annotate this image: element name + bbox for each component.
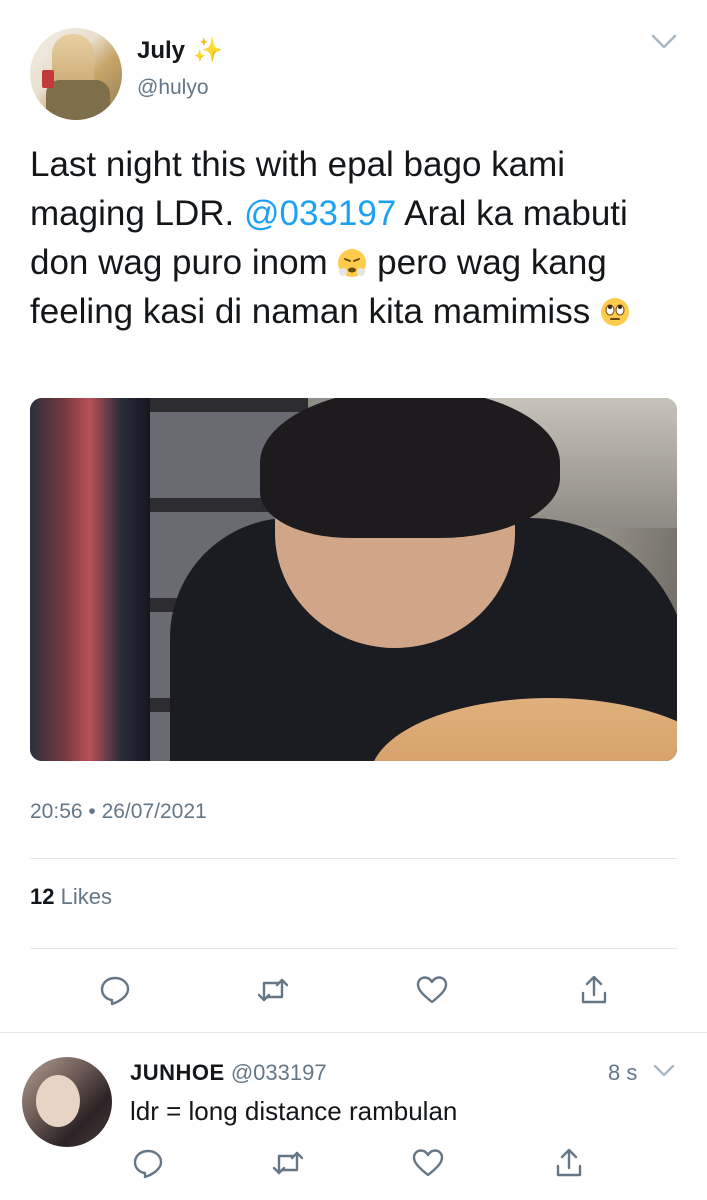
reply-like-button[interactable] bbox=[410, 1145, 446, 1181]
reply-retweet-button[interactable] bbox=[270, 1145, 306, 1181]
tweet-text: Last night this with epal bago kami magi… bbox=[30, 140, 680, 336]
section-divider bbox=[0, 1032, 707, 1033]
chevron-down-icon[interactable] bbox=[650, 32, 678, 52]
retweet-icon bbox=[272, 1151, 304, 1175]
divider bbox=[30, 948, 677, 949]
reply-button[interactable] bbox=[97, 972, 133, 1008]
tweet-timestamp[interactable]: 20:56 • 26/07/2021 bbox=[30, 800, 207, 824]
author-avatar[interactable] bbox=[30, 28, 122, 120]
divider bbox=[30, 858, 677, 859]
likes-label: Likes bbox=[60, 884, 112, 909]
like-icon bbox=[412, 1149, 444, 1177]
share-icon bbox=[581, 975, 607, 1004]
chevron-down-icon[interactable] bbox=[652, 1063, 676, 1079]
eye-roll-emoji bbox=[600, 291, 630, 326]
sparkle-emoji: ✨ bbox=[193, 37, 223, 64]
author-handle[interactable]: @hulyo bbox=[137, 76, 209, 100]
reply-author-name: JUNHOE bbox=[130, 1060, 225, 1085]
author-display-name: July bbox=[137, 36, 186, 64]
reply-author[interactable]: JUNHOE @033197 bbox=[130, 1060, 327, 1086]
reply-author-handle: @033197 bbox=[230, 1060, 327, 1085]
reply-author-avatar[interactable] bbox=[22, 1057, 112, 1147]
tweet-photo[interactable] bbox=[30, 398, 677, 761]
reply-icon bbox=[133, 1149, 163, 1179]
share-button[interactable] bbox=[576, 972, 612, 1008]
like-icon bbox=[416, 976, 448, 1004]
author-name[interactable]: July ✨ bbox=[137, 36, 223, 65]
steam-face-emoji bbox=[337, 242, 367, 277]
likes-count[interactable]: 12 Likes bbox=[30, 884, 112, 910]
retweet-icon bbox=[257, 978, 289, 1002]
reply-reply-button[interactable] bbox=[130, 1145, 166, 1181]
like-button[interactable] bbox=[414, 972, 450, 1008]
likes-number: 12 bbox=[30, 884, 55, 909]
reply-icon bbox=[100, 976, 130, 1006]
retweet-button[interactable] bbox=[255, 972, 291, 1008]
mention-link[interactable]: @033197 bbox=[244, 194, 396, 233]
reply-share-button[interactable] bbox=[551, 1145, 587, 1181]
reply-time: 8 s bbox=[608, 1060, 638, 1085]
reply-text: ldr = long distance rambulan bbox=[130, 1096, 458, 1126]
share-icon bbox=[556, 1148, 582, 1177]
